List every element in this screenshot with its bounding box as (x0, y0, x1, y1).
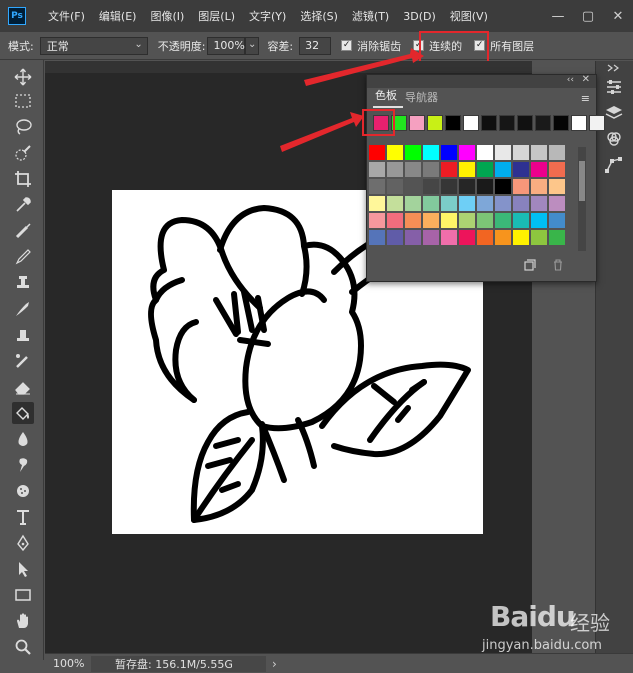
watermark-brand-cn: 经验 (570, 611, 610, 635)
watermark-url: jingyan.baidu.com (482, 638, 602, 653)
status-menu-arrow[interactable]: › (272, 657, 277, 671)
arrow-to-swatch (280, 112, 364, 152)
annotation-arrows (280, 48, 424, 152)
arrow-to-contiguous (304, 48, 424, 86)
zoom-level[interactable]: 100% (45, 657, 91, 670)
baidu-watermark: Baidu 经验 jingyan.baidu.com (482, 600, 632, 656)
watermark-brand: Baidu (490, 600, 576, 633)
status-bar: 100% 暂存盘: 156.1M/5.55G › (45, 653, 633, 673)
document-info: 暂存盘: 156.1M/5.55G (91, 655, 266, 672)
